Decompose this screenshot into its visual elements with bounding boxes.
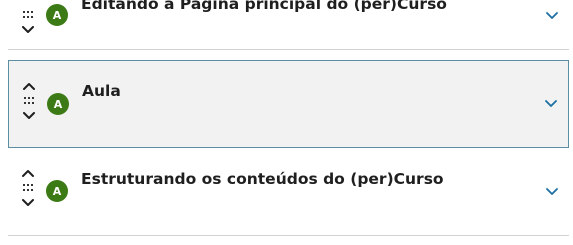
expand-button[interactable] — [543, 9, 561, 23]
avatar: A — [46, 4, 68, 26]
chevron-down-icon — [546, 188, 558, 195]
chevron-up-icon — [23, 83, 35, 90]
chevron-down-icon — [22, 199, 34, 206]
list-item-selected[interactable]: A Aula — [8, 60, 569, 148]
reorder-controls — [18, 8, 38, 38]
section-list: A Editando a Página principal do (per)Cu… — [0, 0, 573, 245]
chevron-up-icon — [22, 170, 34, 177]
chevron-down-icon — [23, 112, 35, 119]
move-up-button[interactable] — [19, 78, 39, 94]
list-item[interactable]: A Estruturando os conteúdos do (per)Curs… — [8, 150, 569, 236]
item-title[interactable]: Estruturando os conteúdos do (per)Curso — [81, 170, 444, 188]
move-up-button[interactable] — [18, 165, 38, 181]
drag-handle-icon[interactable] — [18, 8, 38, 22]
move-down-button[interactable] — [18, 22, 38, 38]
chevron-down-icon — [22, 26, 34, 33]
chevron-down-icon — [546, 12, 558, 19]
move-down-button[interactable] — [18, 195, 38, 211]
expand-button[interactable] — [543, 185, 561, 199]
drag-handle-icon[interactable] — [19, 94, 39, 108]
avatar: A — [46, 180, 68, 202]
avatar: A — [47, 93, 69, 115]
item-title[interactable]: Aula — [82, 82, 121, 100]
item-title[interactable]: Editando a Página principal do (per)Curs… — [81, 0, 447, 13]
move-down-button[interactable] — [19, 108, 39, 124]
reorder-controls — [19, 78, 39, 124]
drag-handle-icon[interactable] — [18, 181, 38, 195]
list-item[interactable]: A Editando a Página principal do (per)Cu… — [8, 0, 569, 50]
reorder-controls — [18, 165, 38, 211]
chevron-down-icon — [545, 100, 557, 107]
expand-button[interactable] — [542, 97, 560, 111]
